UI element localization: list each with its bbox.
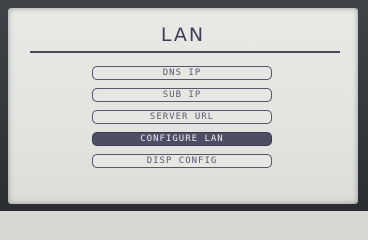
menu-item-sub-ip[interactable]: SUB IP: [92, 88, 272, 102]
lan-menu: DNS IP SUB IP SERVER URL CONFIGURE LAN D…: [8, 8, 358, 204]
menu-item-label: DISP CONFIG: [146, 156, 218, 166]
menu-item-label: SERVER URL: [149, 112, 215, 122]
menu-item-disp-config[interactable]: DISP CONFIG: [92, 154, 272, 168]
menu-item-label: CONFIGURE LAN: [140, 134, 224, 144]
menu-item-configure-lan[interactable]: CONFIGURE LAN: [92, 132, 272, 146]
lcd-screen: LAN DNS IP SUB IP SERVER URL CONFIGURE L…: [8, 8, 358, 204]
menu-item-server-url[interactable]: SERVER URL: [92, 110, 272, 124]
menu-item-dns-ip[interactable]: DNS IP: [92, 66, 272, 80]
menu-item-label: DNS IP: [162, 68, 202, 78]
menu-item-label: SUB IP: [162, 90, 202, 100]
